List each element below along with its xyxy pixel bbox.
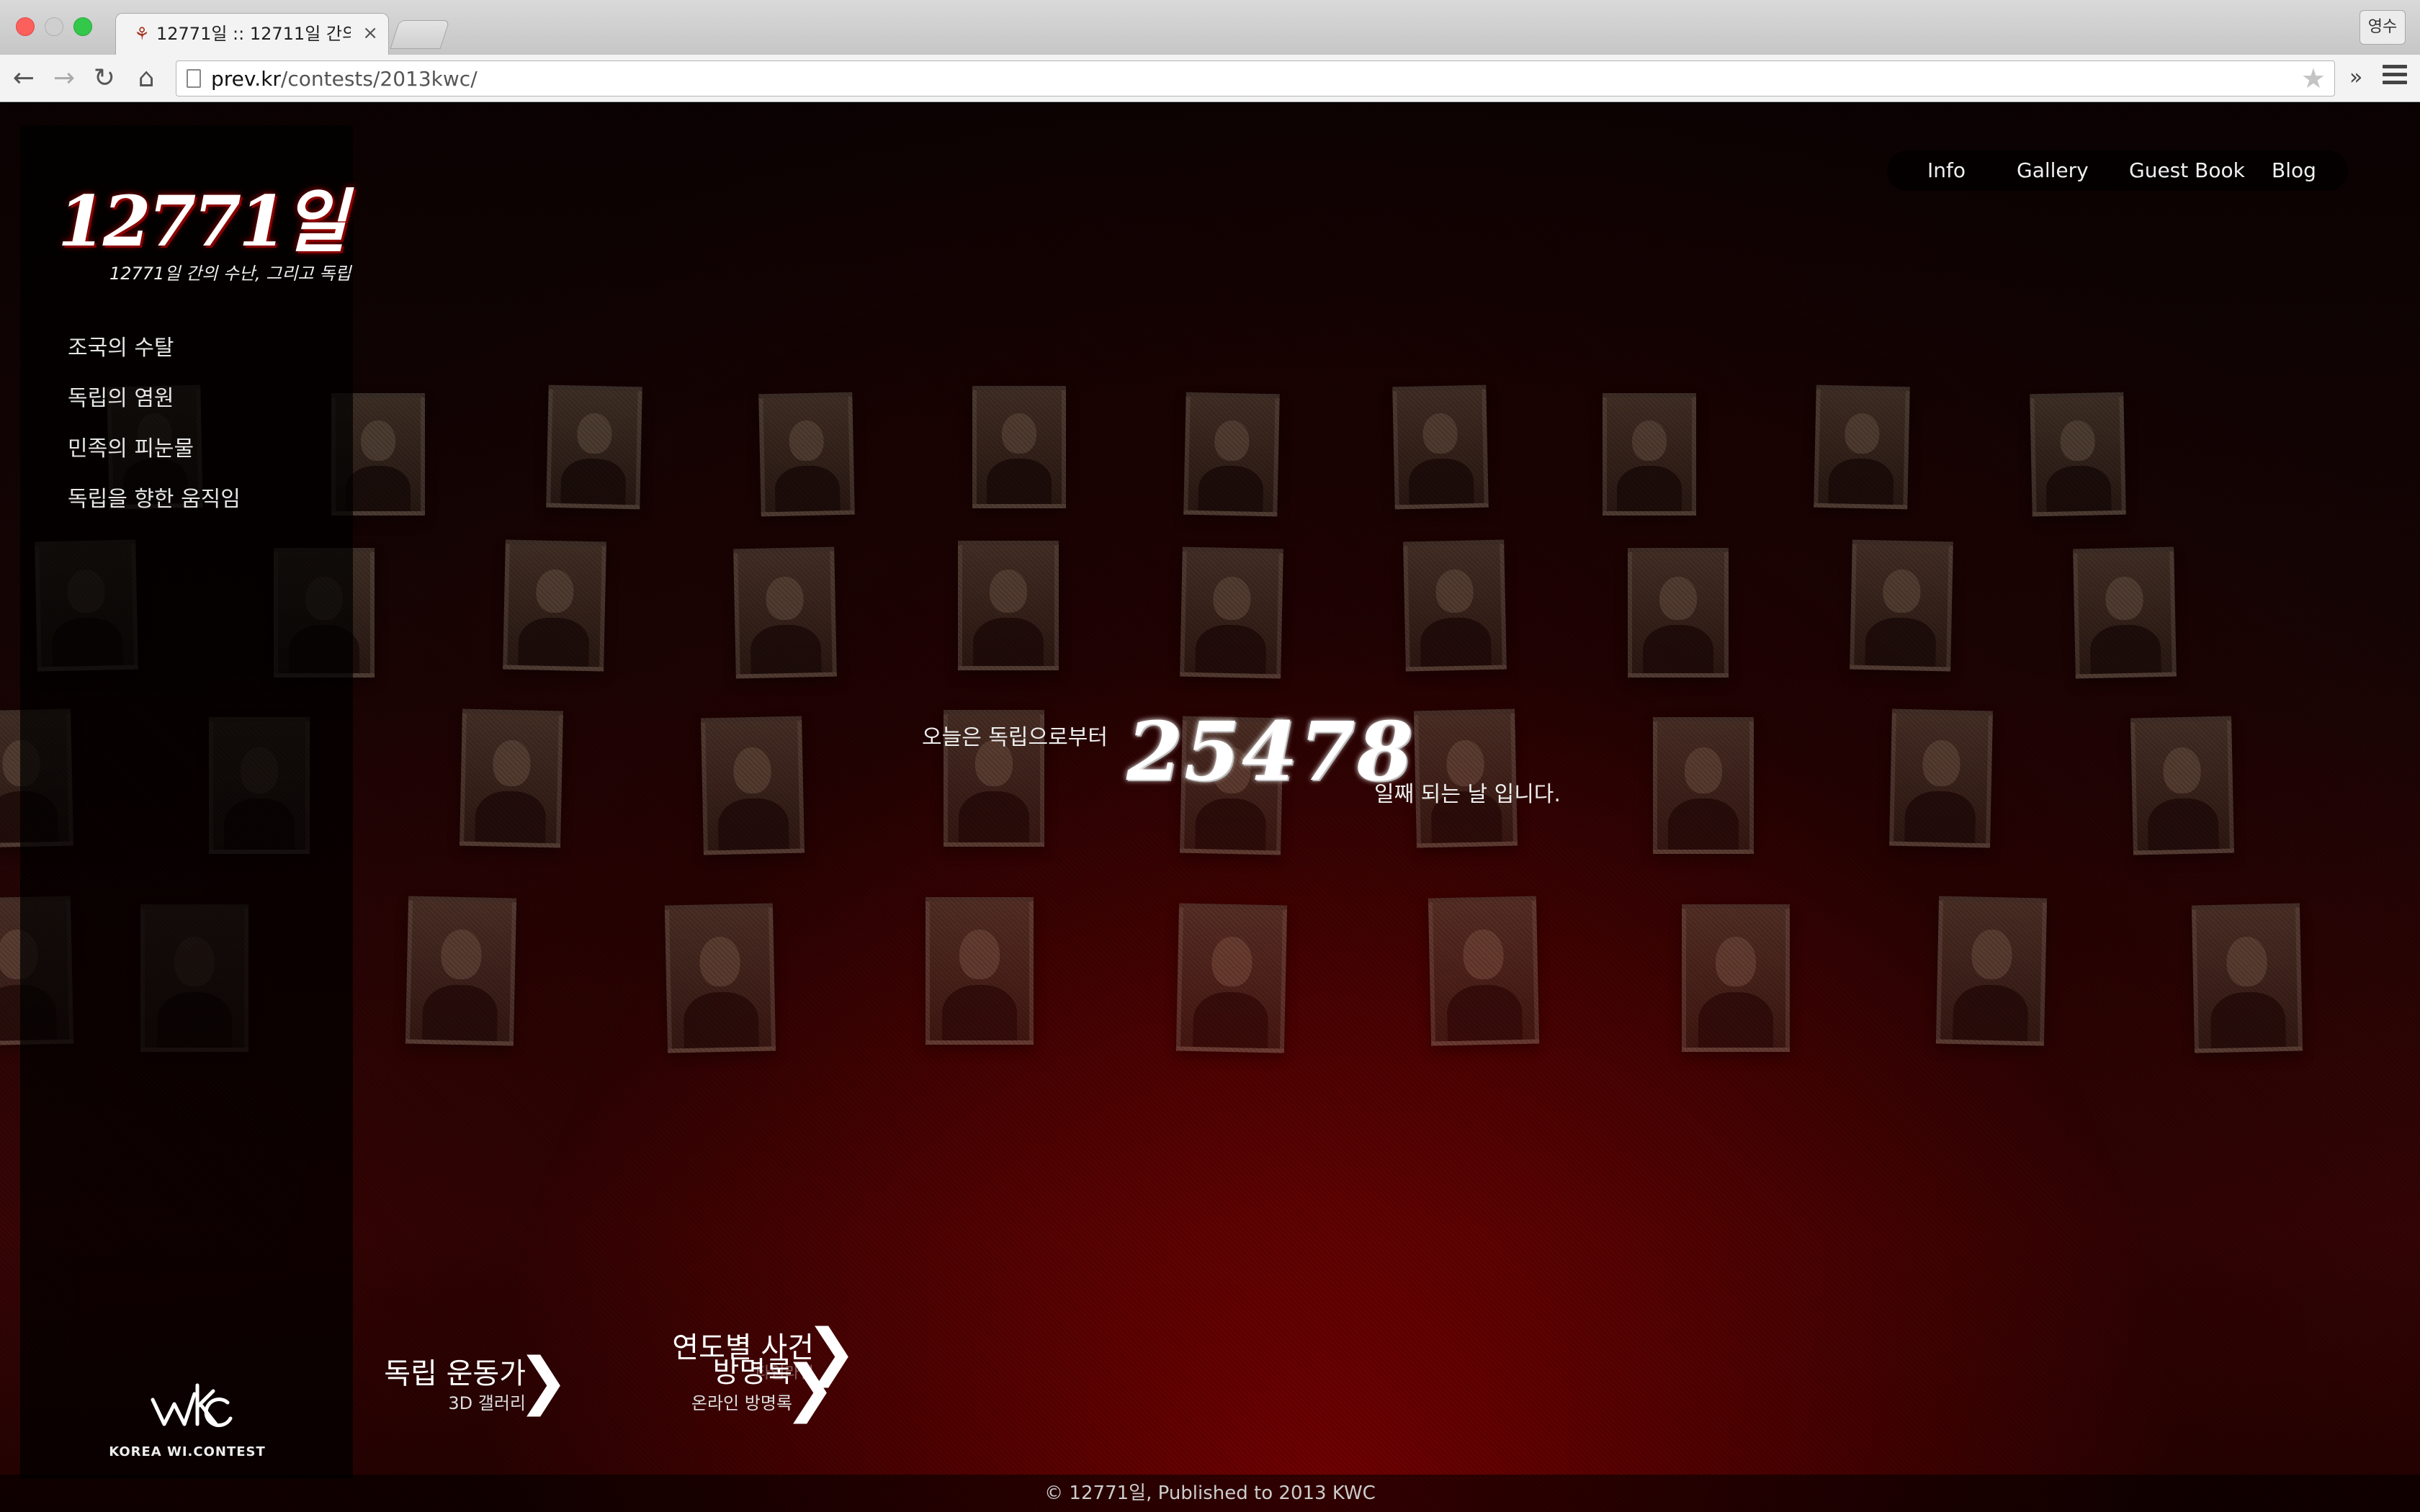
nav-info-link[interactable]: Info [1927, 158, 1966, 184]
gallery-link-subtitle: 3D 갤러리 [448, 1393, 526, 1413]
portrait-photo [503, 539, 606, 672]
portrait-photo [2030, 392, 2126, 517]
sidebar-item-movement[interactable]: 독립을 향한 움직임 [68, 485, 241, 536]
kwc-mark-icon [151, 1383, 233, 1427]
portrait-photo [958, 541, 1059, 670]
new-tab-button[interactable] [390, 20, 450, 49]
portrait-photo [2191, 903, 2303, 1053]
portrait-photo [972, 386, 1066, 508]
portrait-photo [1183, 392, 1280, 517]
url-host: prev.kr [211, 67, 281, 91]
portrait-photo [1603, 393, 1696, 516]
portrait-photo [405, 896, 517, 1046]
days-counter: 25478 [1126, 705, 1415, 799]
reload-icon[interactable]: ↻ [88, 62, 121, 95]
footer-copyright: © 12771일, Published to 2013 KWC [0, 1475, 2420, 1512]
back-arrow-icon[interactable]: ← [7, 62, 40, 95]
tab-title: 12771일 :: 12711일 간의 수난 [156, 24, 351, 44]
portrait-photo [546, 384, 642, 510]
portrait-photo [1428, 896, 1540, 1046]
hamburger-menu-icon[interactable] [2383, 65, 2407, 89]
portrait-photo [1180, 546, 1283, 679]
window-zoom-button[interactable] [73, 17, 92, 36]
guestbook-link[interactable]: 방명록 온라인 방명록 ❯ [663, 1346, 835, 1425]
nav-blog-link[interactable]: Blog [2272, 158, 2316, 184]
chevron-right-icon: ❯ [783, 1352, 835, 1424]
portrait-photo [2130, 716, 2234, 855]
top-nav: Info Gallery Guest Book Blog [1887, 150, 2348, 191]
forward-arrow-icon[interactable]: → [48, 62, 81, 95]
browser-toolbar: ← → ↻ ⌂ prev.kr/contests/2013kwc/ ★ » [0, 55, 2420, 102]
sidebar-item-aspiration[interactable]: 독립의 염원 [68, 384, 241, 435]
browser-tab-strip: ⚘ 12771일 :: 12711일 간의 수난 × 영수 [0, 0, 2420, 55]
home-icon[interactable]: ⌂ [130, 62, 163, 95]
window-close-button[interactable] [16, 17, 35, 36]
nav-guest-book-link[interactable]: Guest Book [2129, 158, 2245, 184]
tab-close-icon[interactable]: × [362, 22, 378, 44]
portrait-photo [664, 903, 776, 1053]
guestbook-link-title: 방명록 [712, 1356, 792, 1389]
portrait-photo [460, 708, 563, 848]
page-viewport: 12771일 12771일 간의 수난, 그리고 독립 조국의 수탈 독립의 염… [0, 103, 2420, 1512]
portrait-photo [1628, 548, 1729, 678]
portrait-photo [1682, 904, 1790, 1052]
sidebar: 12771일 12771일 간의 수난, 그리고 독립 조국의 수탈 독립의 염… [20, 125, 353, 1479]
portrait-photo [2073, 546, 2177, 679]
portrait-photo [1889, 708, 1993, 848]
portrait-photo [1850, 539, 1953, 672]
portrait-photo [1935, 896, 2048, 1046]
guestbook-link-subtitle: 온라인 방명록 [691, 1393, 792, 1413]
site-subtitle: 12771일 간의 수난, 그리고 독립 [109, 264, 351, 284]
counter-suffix: 일째 되는 날 입니다. [1374, 782, 1561, 807]
kwc-logo[interactable]: KOREA WI.CONTEST [108, 1378, 266, 1464]
window-minimize-button[interactable] [45, 17, 63, 36]
profile-button[interactable]: 영수 [2360, 10, 2406, 45]
bookmark-star-icon[interactable]: ★ [2301, 64, 2326, 93]
favicon-icon: ⚘ [134, 24, 150, 44]
portrait-photo [1392, 384, 1489, 510]
browser-tab-active[interactable]: ⚘ 12771일 :: 12711일 간의 수난 × [115, 13, 389, 55]
chevron-right-icon: ❯ [516, 1345, 569, 1417]
extensions-chevron-icon[interactable]: » [2349, 63, 2362, 92]
address-bar[interactable]: prev.kr/contests/2013kwc/ ★ [176, 60, 2335, 96]
url-text: prev.kr/contests/2013kwc/ [211, 67, 478, 91]
portrait-photo [1403, 539, 1507, 672]
page-icon [187, 69, 201, 88]
portrait-wall [0, 103, 2420, 1512]
gallery-3d-link[interactable]: 독립 운동가 3D 갤러리 ❯ [375, 1338, 569, 1418]
portrait-photo [733, 546, 837, 679]
portrait-photo [758, 392, 855, 517]
sidebar-item-exploitation[interactable]: 조국의 수탈 [68, 334, 241, 384]
kwc-caption: KOREA WI.CONTEST [109, 1444, 266, 1459]
nav-gallery-link[interactable]: Gallery [2017, 158, 2089, 184]
sidebar-item-tears[interactable]: 민족의 피눈물 [68, 435, 241, 485]
url-path: /contests/2013kwc/ [280, 67, 478, 91]
portrait-photo [1814, 384, 1910, 510]
sidebar-menu: 조국의 수탈 독립의 염원 민족의 피눈물 독립을 향한 움직임 [68, 334, 241, 536]
portrait-photo [1175, 903, 1288, 1053]
site-logo[interactable]: 12771일 [58, 166, 347, 266]
gallery-link-title: 독립 운동가 [384, 1357, 526, 1390]
portrait-photo [1653, 717, 1754, 854]
portrait-photo [926, 897, 1034, 1045]
portrait-photo [701, 716, 805, 855]
counter-prefix: 오늘은 독립으로부터 [922, 725, 1108, 750]
